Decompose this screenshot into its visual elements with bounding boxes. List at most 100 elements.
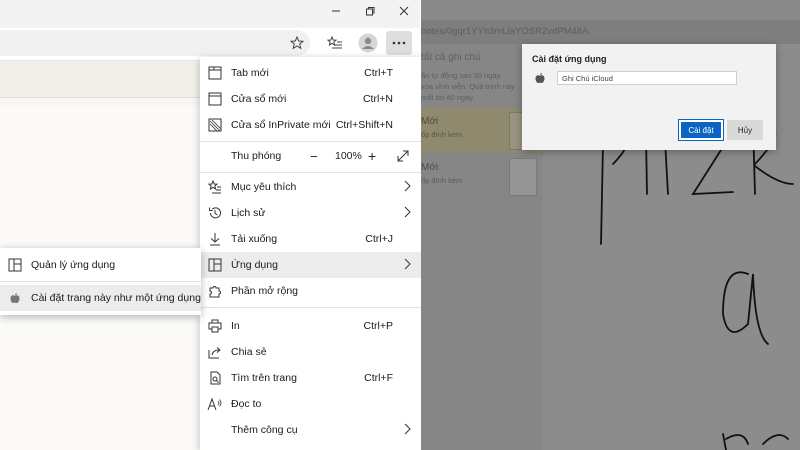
menu-item-extensions[interactable]: Phần mở rộng [200, 278, 421, 304]
menu-item-find[interactable]: Tìm trên trang Ctrl+F [200, 365, 421, 391]
restore-button[interactable] [352, 0, 388, 22]
app-url: notes/0gqr1YYh3mLlaYOSR2vdPM48A [421, 26, 589, 37]
menu-shortcut: Ctrl+Shift+N [335, 119, 393, 131]
submenu-item-manage-apps[interactable]: Quản lý ứng dụng [0, 252, 201, 278]
menu-item-print[interactable]: In Ctrl+P [200, 313, 421, 339]
favorite-star-button[interactable] [289, 35, 305, 51]
inprivate-icon [207, 117, 223, 133]
submenu-item-install-site[interactable]: Cài đặt trang này như một ứng dụng [0, 285, 201, 311]
zoom-out-button[interactable]: − [310, 149, 318, 164]
menu-separator [200, 172, 421, 173]
menu-item-favorites[interactable]: Mục yêu thích [200, 174, 421, 200]
menu-item-apps[interactable]: Ứng dụng [200, 252, 421, 278]
menu-shortcut: Ctrl+P [363, 320, 393, 332]
menu-item-read-aloud[interactable]: Đọc to [200, 391, 421, 417]
chevron-right-icon [403, 180, 411, 192]
note-subtitle: ốp đính kèm [421, 130, 463, 139]
note-thumbnail [509, 158, 537, 196]
minimize-icon [332, 10, 340, 12]
menu-label: Cửa sổ InPrivate mới [231, 119, 331, 131]
dialog-title: Cài đặt ứng dụng [532, 54, 607, 64]
fullscreen-icon [397, 150, 409, 162]
new-window-icon [207, 91, 223, 107]
menu-separator [200, 141, 421, 142]
menu-separator [200, 307, 421, 308]
menu-item-new-window[interactable]: Cửa sổ mới Ctrl+N [200, 86, 421, 112]
favorites-icon [207, 179, 223, 195]
fullscreen-button[interactable] [396, 149, 410, 163]
chevron-right-icon [403, 423, 411, 435]
menu-item-zoom: Thu phóng − 100% + [200, 143, 421, 169]
menu-label: Chia sẻ [231, 346, 267, 358]
find-on-page-icon [207, 370, 223, 386]
menu-label: Phần mở rộng [231, 285, 299, 297]
favorites-list-icon [327, 35, 342, 49]
notice-line: ẩn tự động sau 30 ngày. [421, 71, 502, 80]
submenu-label: Cài đặt trang này như một ứng dụng [31, 292, 201, 304]
printer-icon [207, 318, 223, 334]
menu-item-history[interactable]: Lịch sử [200, 200, 421, 226]
menu-label: Ứng dụng [231, 259, 278, 271]
menu-shortcut: Ctrl+N [362, 93, 393, 105]
notice-line: mất tới 40 ngày. [421, 93, 475, 102]
zoom-level: 100% [335, 150, 362, 162]
menu-label: In [231, 320, 240, 332]
menu-label: Tìm trên trang [231, 372, 297, 384]
close-icon [399, 6, 409, 16]
zoom-label: Thu phóng [231, 150, 282, 162]
title-bar [0, 0, 420, 22]
notice-line: xóa vĩnh viễn. Quá trình này [421, 82, 515, 91]
menu-item-share[interactable]: Chia sẻ [200, 339, 421, 365]
apps-icon [207, 257, 223, 273]
menu-shortcut: Ctrl+F [364, 372, 393, 384]
menu-label: Tải xuống [231, 233, 278, 245]
close-window-button[interactable] [386, 0, 420, 22]
cancel-button[interactable]: Hủy [727, 120, 763, 140]
share-icon [207, 344, 223, 360]
read-aloud-icon [207, 396, 223, 412]
apple-icon [534, 72, 546, 84]
menu-label: Cửa sổ mới [231, 93, 287, 105]
note-title: Mới [421, 162, 439, 173]
new-tab-icon [207, 65, 223, 81]
submenu-label: Quản lý ứng dụng [31, 259, 116, 271]
apps-submenu: Quản lý ứng dụng Cài đặt trang này như m… [0, 248, 201, 315]
settings-more-button[interactable] [386, 31, 412, 55]
apps-icon [7, 257, 23, 273]
apple-icon [7, 290, 23, 306]
profile-button[interactable] [358, 33, 378, 53]
zoom-in-button[interactable]: + [368, 148, 376, 164]
menu-shortcut: Ctrl+J [365, 233, 393, 245]
menu-label: Đọc to [231, 398, 262, 410]
install-app-dialog: Cài đặt ứng dụng Ghi Chú iCloud Cài đặt … [522, 44, 776, 150]
minimize-button[interactable] [318, 0, 354, 22]
favorites-button[interactable] [327, 35, 343, 51]
install-button[interactable]: Cài đặt [678, 119, 724, 141]
menu-label: Thêm công cụ [231, 424, 298, 436]
note-subtitle: ốp đính kèm [421, 176, 463, 185]
menu-label: Lịch sử [231, 207, 266, 219]
settings-menu: Tab mới Ctrl+T Cửa sổ mới Ctrl+N Cửa sổ … [200, 57, 421, 450]
app-url-bar: notes/0gqr1YYh3mLlaYOSR2vdPM48A [421, 20, 800, 44]
list-header: tất cả ghi chú [421, 52, 481, 63]
list-item[interactable]: Mới ốp đính kèm [421, 154, 543, 198]
star-icon [289, 35, 305, 50]
menu-label: Tab mới [231, 67, 269, 79]
menu-item-new-tab[interactable]: Tab mới Ctrl+T [200, 60, 421, 86]
download-icon [207, 231, 223, 247]
chevron-right-icon [403, 206, 411, 218]
menu-shortcut: Ctrl+T [364, 67, 393, 79]
url-input[interactable] [0, 30, 310, 56]
app-name-input[interactable]: Ghi Chú iCloud [557, 71, 737, 85]
menu-item-downloads[interactable]: Tải xuống Ctrl+J [200, 226, 421, 252]
restore-icon [366, 7, 375, 16]
menu-item-inprivate[interactable]: Cửa sổ InPrivate mới Ctrl+Shift+N [200, 112, 421, 138]
note-title: Mới [421, 116, 439, 127]
menu-item-more-tools[interactable]: Thêm công cụ [200, 417, 421, 443]
history-icon [207, 205, 223, 221]
avatar-icon [358, 33, 378, 53]
deleted-notice: ẩn tự động sau 30 ngày. xóa vĩnh viễn. Q… [421, 70, 515, 103]
chevron-right-icon [403, 258, 411, 270]
menu-separator [0, 281, 201, 282]
menu-label: Mục yêu thích [231, 181, 297, 193]
